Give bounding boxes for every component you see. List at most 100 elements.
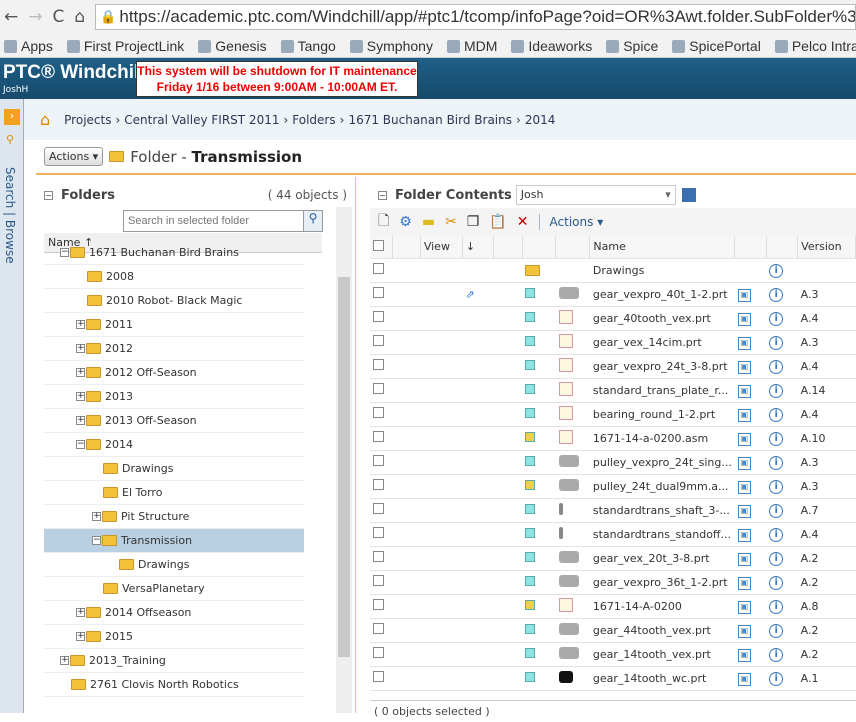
info-icon[interactable]: i xyxy=(769,383,784,398)
view-info-icon[interactable]: ▣ xyxy=(737,552,751,566)
expand-icon[interactable]: + xyxy=(76,416,85,425)
tree-item[interactable]: +2015 xyxy=(44,625,304,649)
version-column-header[interactable]: Version xyxy=(797,236,856,259)
table-row[interactable]: gear_vexpro_36t_1-2.prt ▣ i A.2 xyxy=(370,570,856,595)
thumbnail[interactable] xyxy=(558,429,573,444)
thumbnail[interactable] xyxy=(558,286,579,299)
table-row[interactable]: standardtrans_standoff... ▣ i A.4 xyxy=(370,522,856,547)
tree-item[interactable]: +2012 xyxy=(44,337,304,361)
tree-item[interactable]: Drawings xyxy=(44,457,304,481)
name-column-header[interactable]: Name xyxy=(589,236,736,259)
breadcrumb-link[interactable]: 2014 xyxy=(525,113,556,127)
actions-menu-button[interactable]: Actions ▾ xyxy=(44,147,104,166)
view-info-icon[interactable]: ▣ xyxy=(737,336,751,350)
view-column-header[interactable]: View xyxy=(420,236,463,259)
view-info-icon[interactable]: ▣ xyxy=(737,624,751,638)
item-name-link[interactable]: standardtrans_shaft_3-... xyxy=(589,498,735,523)
tree-item[interactable]: + Pit Structure xyxy=(44,505,304,529)
info-icon[interactable]: i xyxy=(769,503,784,518)
new-link-icon[interactable]: ⚙ xyxy=(399,214,412,230)
item-name-link[interactable]: 1671-14-A-0200 xyxy=(589,594,735,619)
row-checkbox[interactable] xyxy=(373,527,384,538)
info-icon[interactable]: i xyxy=(769,647,784,662)
folder-search-input[interactable] xyxy=(123,210,323,232)
view-info-icon[interactable]: ▣ xyxy=(737,528,751,542)
bookmark[interactable]: Symphony xyxy=(349,38,433,54)
collapse-icon[interactable]: − xyxy=(92,536,101,545)
view-info-icon[interactable]: ▣ xyxy=(737,480,751,494)
item-name-link[interactable]: gear_vex_14cim.prt xyxy=(589,330,735,355)
bookmark[interactable]: Apps xyxy=(4,38,53,54)
user-name[interactable]: JoshH xyxy=(3,85,28,95)
info-icon[interactable]: i xyxy=(769,551,784,566)
thumbnail[interactable] xyxy=(558,333,573,348)
item-name-link[interactable]: standard_trans_plate_r... xyxy=(589,378,735,403)
select-all-checkbox[interactable] xyxy=(373,239,384,251)
row-checkbox[interactable] xyxy=(373,311,384,322)
row-checkbox[interactable] xyxy=(373,671,384,682)
expand-navigator-icon[interactable]: › xyxy=(4,109,20,125)
collapse-icon[interactable]: − xyxy=(44,191,53,200)
row-checkbox[interactable] xyxy=(373,455,384,466)
view-info-icon[interactable]: ▣ xyxy=(737,648,751,662)
bookmark[interactable]: SpicePortal xyxy=(672,38,761,54)
info-icon[interactable]: i xyxy=(769,287,784,302)
view-info-icon[interactable]: ▣ xyxy=(737,504,751,518)
info-icon[interactable]: i xyxy=(769,431,784,446)
item-name-link[interactable]: gear_vexpro_36t_1-2.prt xyxy=(589,570,735,595)
tree-item[interactable]: − Transmission xyxy=(44,529,304,553)
collapse-icon[interactable]: − xyxy=(76,440,85,449)
bookmark[interactable]: Pelco Intra xyxy=(774,38,856,54)
back-icon[interactable]: ← xyxy=(4,7,18,27)
thumbnail[interactable] xyxy=(558,381,573,396)
breadcrumb-link[interactable]: Folders xyxy=(292,113,335,127)
search-icon[interactable]: ⚲ xyxy=(6,133,17,146)
collapse-icon[interactable]: − xyxy=(378,190,387,200)
row-checkbox[interactable] xyxy=(373,575,384,586)
tree-item[interactable]: +3296 Cart and Clovis West xyxy=(44,697,304,701)
info-icon[interactable]: i xyxy=(769,575,784,590)
item-name-link[interactable]: gear_14tooth_vex.prt xyxy=(589,642,735,667)
thumbnail[interactable] xyxy=(558,502,563,515)
bookmark[interactable]: Genesis xyxy=(198,38,267,54)
view-info-icon[interactable]: ▣ xyxy=(737,456,751,470)
view-info-icon[interactable]: ▣ xyxy=(737,384,751,398)
expand-icon[interactable]: + xyxy=(76,608,85,617)
expand-icon[interactable]: + xyxy=(76,320,85,329)
expand-icon[interactable]: + xyxy=(92,512,101,521)
bookmark[interactable]: Ideaworks xyxy=(511,38,592,54)
paste-icon[interactable]: 📋 xyxy=(489,214,506,230)
new-document-icon[interactable]: 🗋 xyxy=(378,210,389,234)
item-name-link[interactable]: gear_vexpro_24t_3-8.prt xyxy=(589,354,735,379)
info-icon[interactable]: i xyxy=(769,599,784,614)
search-button[interactable]: ⚲ xyxy=(303,210,323,232)
row-checkbox[interactable] xyxy=(373,647,384,658)
row-checkbox[interactable] xyxy=(373,599,384,610)
tree-item[interactable]: +2013 xyxy=(44,385,304,409)
actions-menu[interactable]: Actions ▾ xyxy=(550,215,604,229)
tree-item[interactable]: VersaPlanetary xyxy=(44,577,304,601)
forward-icon[interactable]: → xyxy=(28,7,42,27)
home-icon[interactable]: ⌂ xyxy=(74,7,85,27)
item-name-link[interactable]: standardtrans_standoff... xyxy=(589,522,735,547)
table-row[interactable]: bearing_round_1-2.prt ▣ i A.4 xyxy=(370,402,856,427)
table-row[interactable]: Drawings i xyxy=(370,258,856,283)
bookmark[interactable]: MDM xyxy=(446,38,497,54)
breadcrumb-link[interactable]: Projects xyxy=(64,113,111,127)
thumbnail[interactable] xyxy=(558,646,579,659)
table-row[interactable]: gear_14tooth_wc.prt ▣ i A.1 xyxy=(370,666,856,691)
table-row[interactable]: standard_trans_plate_r... ▣ i A.14 xyxy=(370,378,856,403)
table-row[interactable]: gear_40tooth_vex.prt ▣ i A.4 xyxy=(370,306,856,331)
view-info-icon[interactable]: ▣ xyxy=(737,600,751,614)
row-checkbox[interactable] xyxy=(373,431,384,442)
row-checkbox[interactable] xyxy=(373,383,384,394)
tree-item[interactable]: El Torro xyxy=(44,481,304,505)
item-name-link[interactable]: gear_vex_20t_3-8.prt xyxy=(589,546,735,571)
thumbnail[interactable] xyxy=(558,309,573,324)
info-icon[interactable]: i xyxy=(769,671,784,686)
table-row[interactable]: pulley_24t_dual9mm.a... ▣ i A.3 xyxy=(370,474,856,499)
collapse-icon[interactable]: − xyxy=(60,248,69,257)
thumbnail[interactable] xyxy=(558,357,573,372)
new-folder-icon[interactable]: ▬ xyxy=(422,214,435,230)
view-info-icon[interactable]: ▣ xyxy=(737,360,751,374)
